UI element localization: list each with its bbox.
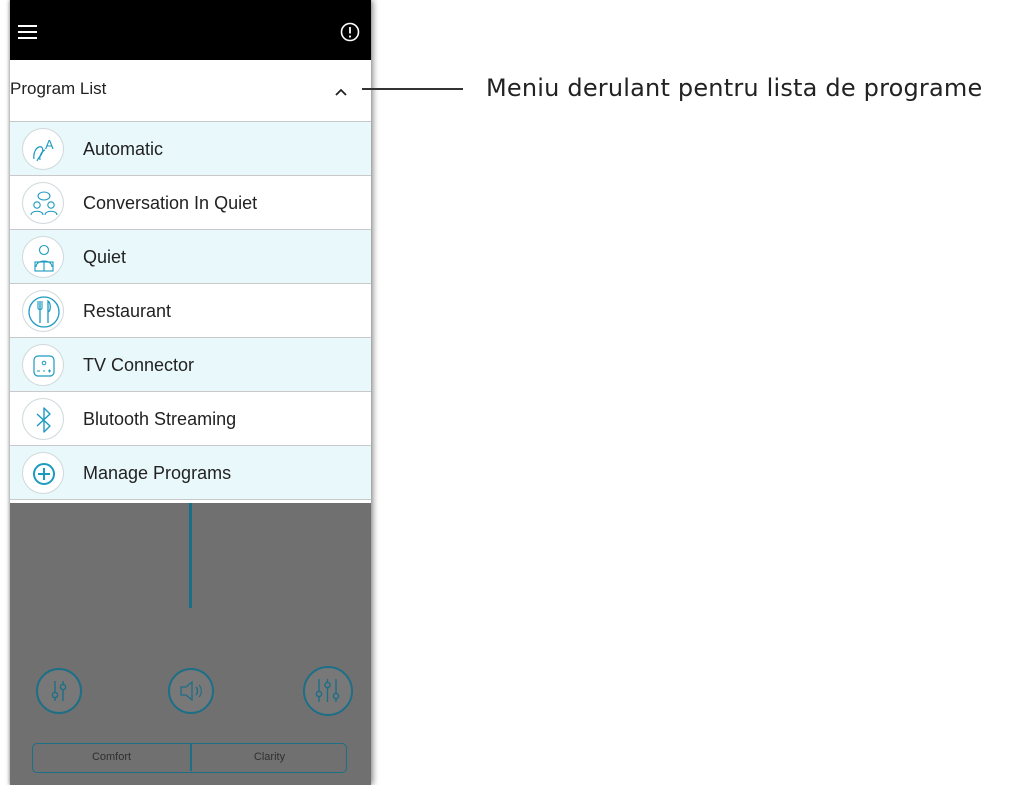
dimmed-background: Comfort Clarity [10, 503, 371, 785]
conversation-icon [22, 182, 64, 224]
phone-screen: Program List A Automatic Conversation In… [10, 0, 371, 785]
program-item-bluetooth-streaming[interactable]: Blutooth Streaming [10, 392, 371, 446]
program-item-quiet[interactable]: Quiet [10, 230, 371, 284]
volume-button[interactable] [168, 668, 214, 714]
program-label: TV Connector [83, 355, 195, 375]
svg-text:A: A [45, 137, 54, 152]
program-item-restaurant[interactable]: Restaurant [10, 284, 371, 338]
top-bar [10, 0, 371, 60]
program-list-title: Program List [10, 79, 107, 98]
program-item-tv-connector[interactable]: TV Connector [10, 338, 371, 392]
speaker-icon [180, 680, 202, 702]
program-item-conversation-in-quiet[interactable]: Conversation In Quiet [10, 176, 371, 230]
tv-connector-icon [22, 344, 64, 386]
menu-icon[interactable] [18, 25, 37, 39]
callout-leader-line [362, 88, 463, 90]
program-label: Quiet [83, 247, 127, 267]
automatic-icon: A [22, 128, 64, 170]
program-label: Blutooth Streaming [83, 409, 237, 429]
advanced-equalizer-button[interactable] [303, 666, 353, 716]
alert-icon[interactable] [340, 22, 360, 42]
plus-circle-icon [22, 452, 64, 494]
program-list: A Automatic Conversation In Quiet Quiet … [10, 122, 371, 500]
quiet-icon [22, 236, 64, 278]
sliders-icon [51, 681, 67, 701]
program-label: Automatic [83, 139, 164, 159]
program-list-header[interactable]: Program List [10, 60, 371, 122]
clarity-segment[interactable]: Clarity [191, 751, 348, 763]
program-label: Conversation In Quiet [83, 193, 258, 213]
equalizer-button[interactable] [36, 668, 82, 714]
callout-annotation: Meniu derulant pentru lista de programe [486, 74, 983, 102]
program-item-automatic[interactable]: A Automatic [10, 122, 371, 176]
comfort-segment[interactable]: Comfort [33, 751, 190, 763]
restaurant-icon [22, 290, 64, 332]
program-item-manage-programs[interactable]: Manage Programs [10, 446, 371, 500]
program-label: Restaurant [83, 301, 172, 321]
volume-slider-track[interactable] [189, 503, 192, 608]
chevron-up-icon[interactable] [334, 84, 348, 96]
program-label: Manage Programs [83, 463, 232, 483]
equalizer-sliders-icon [315, 679, 340, 702]
bluetooth-icon [22, 398, 64, 440]
comfort-clarity-toggle: Comfort Clarity [32, 743, 347, 773]
